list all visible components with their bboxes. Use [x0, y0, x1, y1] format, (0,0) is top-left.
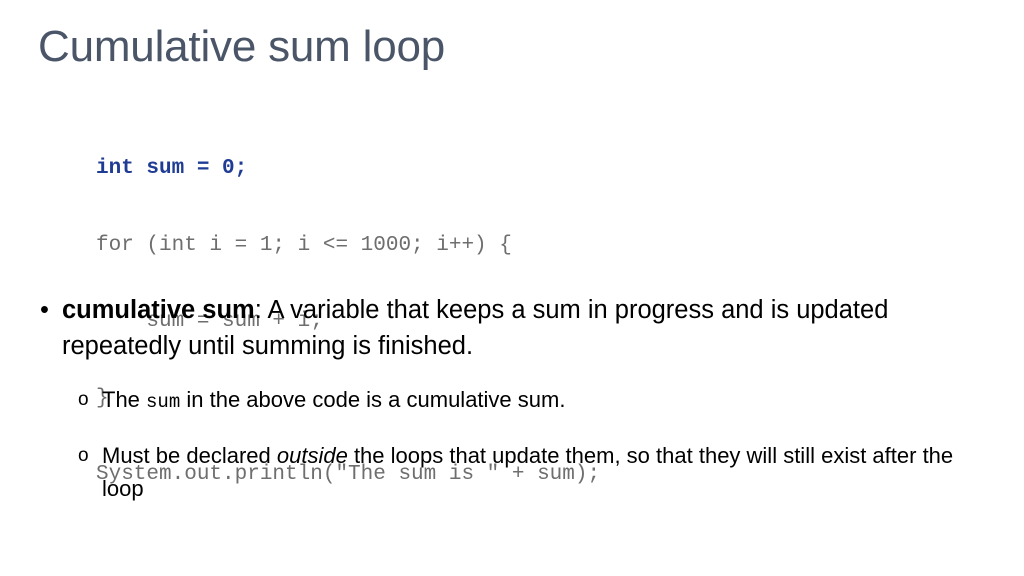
bullet-level2-declare-outside: o Must be declared outside the loops tha…	[36, 439, 996, 505]
sub-bullet-2-emphasis: outside	[276, 443, 348, 468]
bullet-level2-sum-is-cumulative: o The sum in the above code is a cumulat…	[36, 383, 996, 419]
sub-bullet-2-part-1: Must be declared	[102, 443, 277, 468]
bullet-level1-text: cumulative sum: A variable that keeps a …	[62, 292, 996, 364]
slide: Cumulative sum loop int sum = 0; for (in…	[0, 0, 1024, 576]
hollow-circle-icon: o	[78, 389, 89, 410]
code-line-1: int sum = 0;	[96, 157, 248, 180]
page-title: Cumulative sum loop	[38, 22, 446, 71]
sub-bullet-1-part-1: The	[102, 387, 147, 412]
hollow-circle-icon: o	[78, 445, 89, 466]
code-line-2: for (int i = 1; i <= 1000; i++) {	[96, 233, 512, 257]
body-content: • cumulative sum: A variable that keeps …	[36, 292, 996, 505]
bullet-dot-icon: •	[40, 296, 49, 324]
bullet-level1-cumulative-sum: • cumulative sum: A variable that keeps …	[36, 292, 996, 364]
sub-bullet-1-code: sum	[146, 391, 181, 413]
sub-bullet-1-part-3: in the above code is a cumulative sum.	[180, 387, 566, 412]
bullet-term: cumulative sum	[62, 296, 255, 324]
